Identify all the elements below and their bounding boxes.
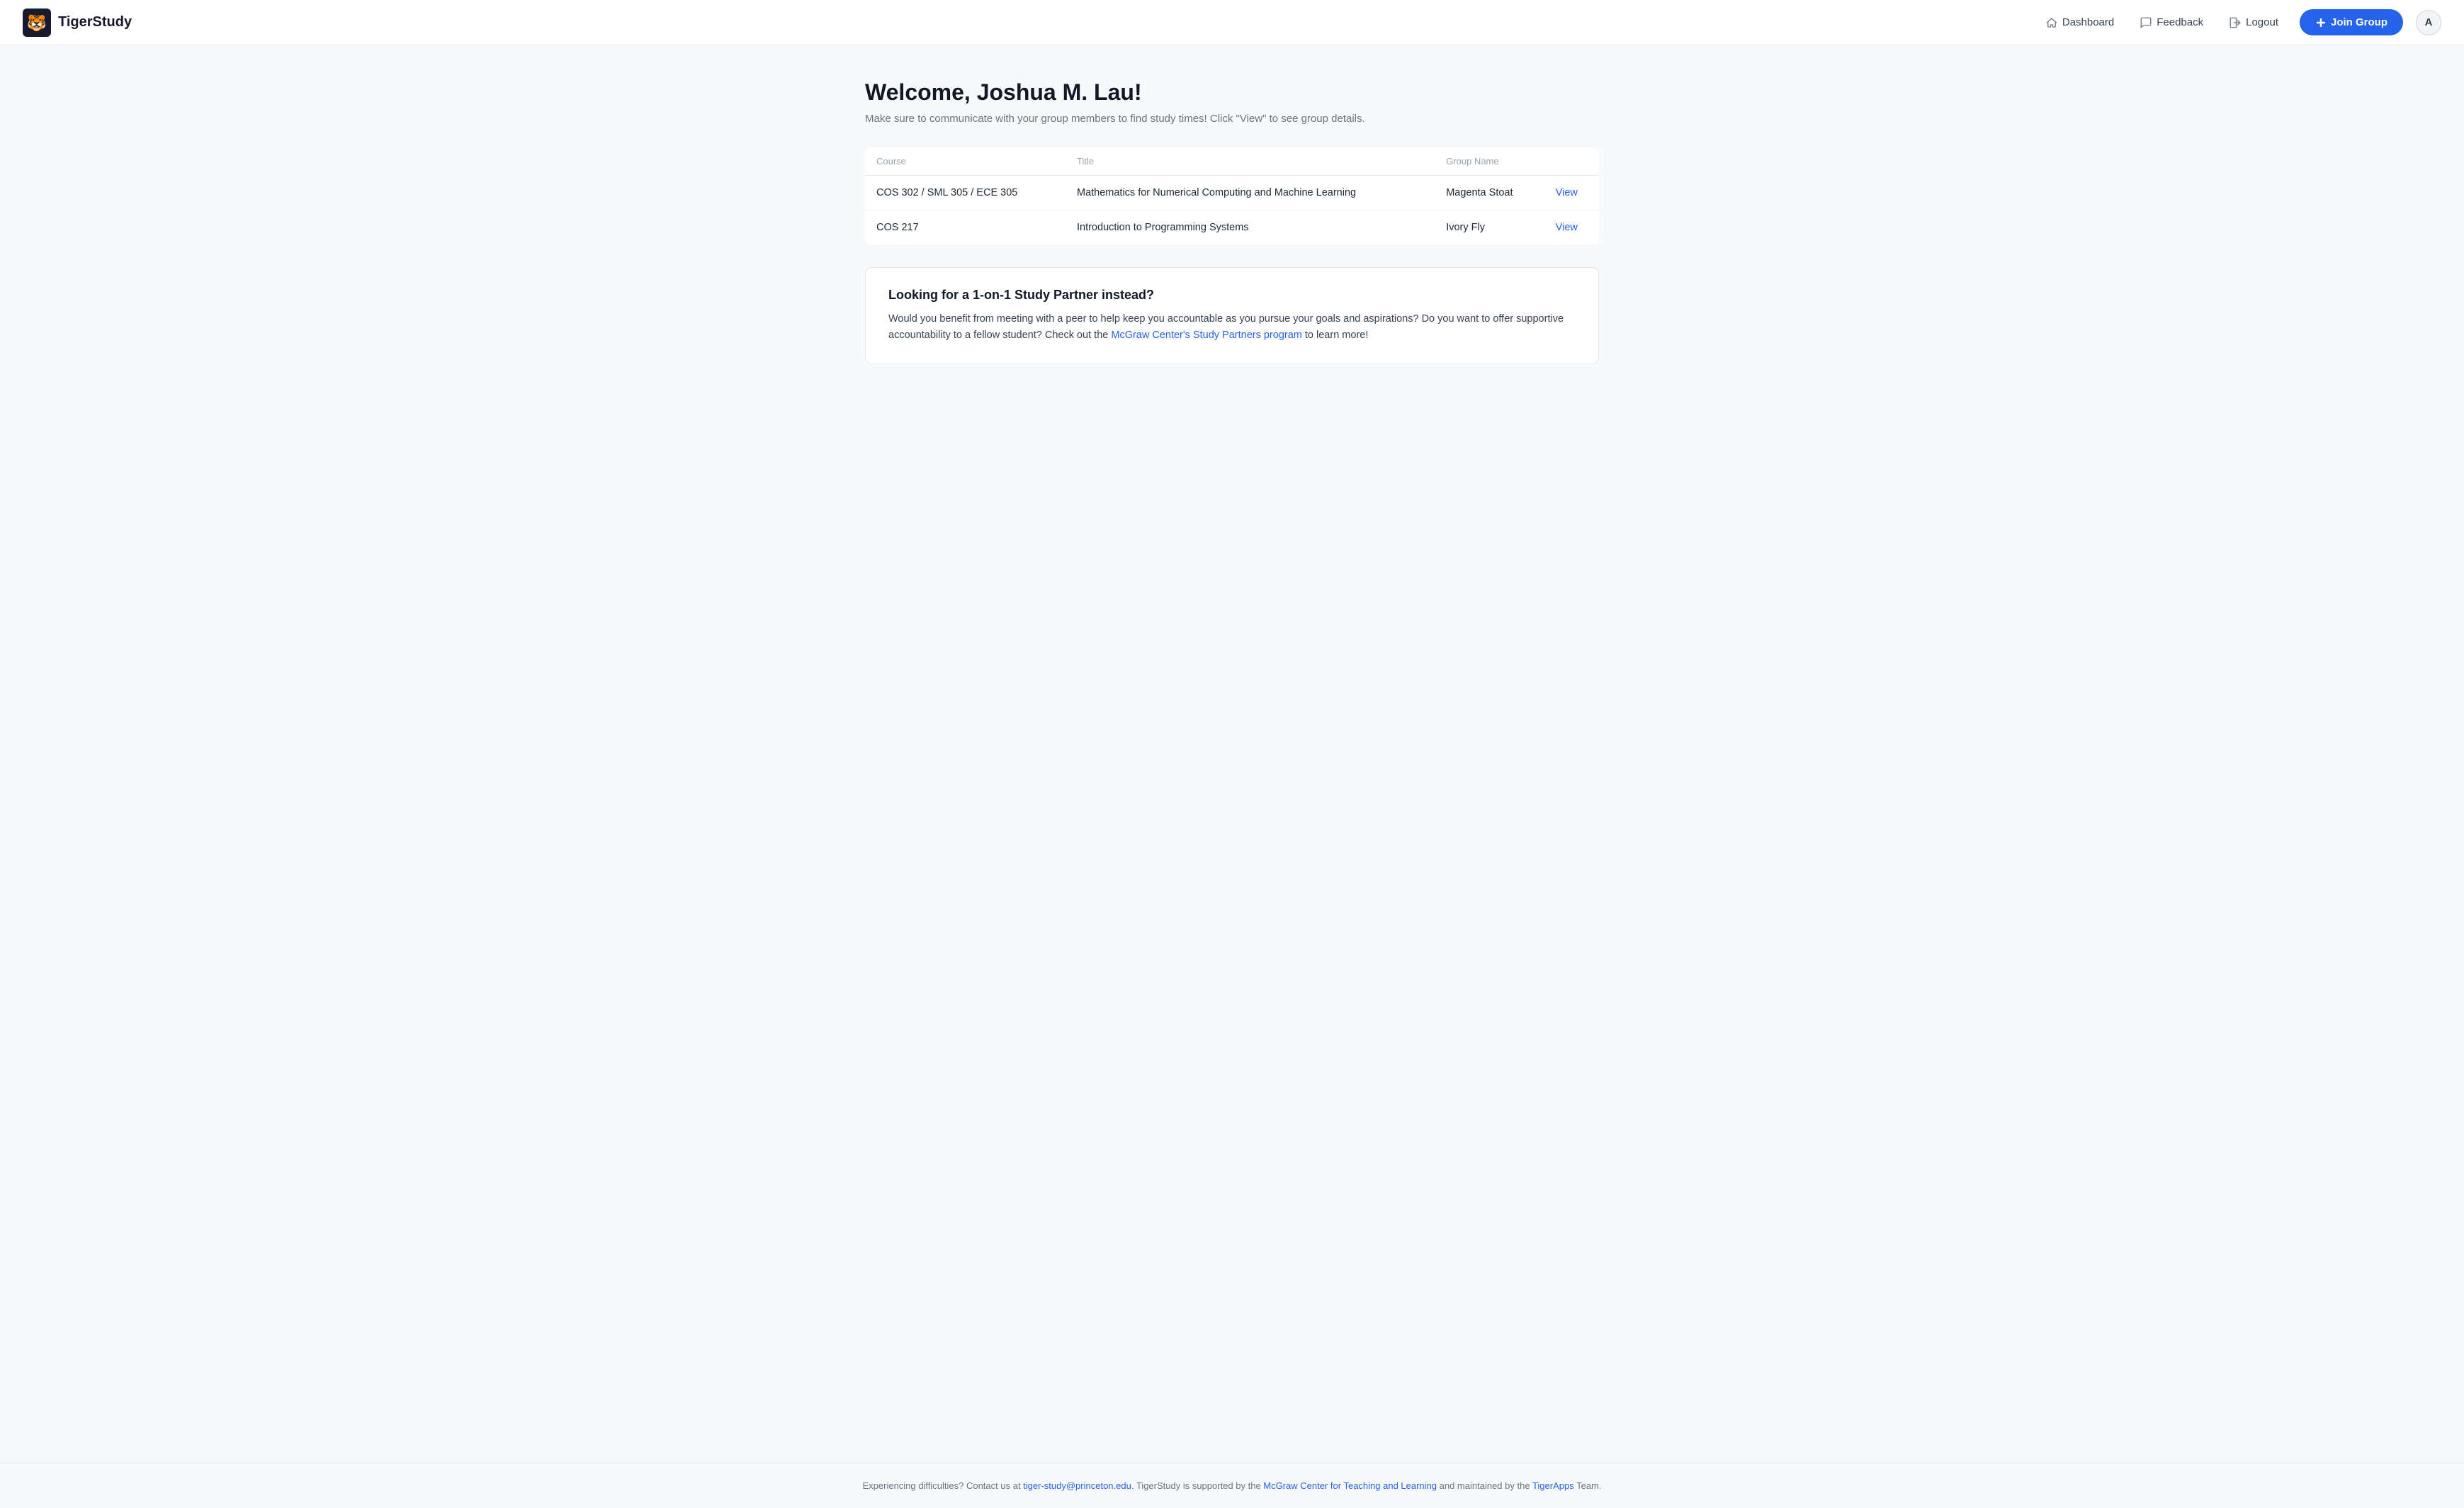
footer-text-end: and maintained by the [1437,1480,1532,1491]
table-row: COS 217 Introduction to Programming Syst… [865,210,1599,245]
feedback-label: Feedback [2157,16,2203,28]
main-content: Welcome, Joshua M. Lau! Make sure to com… [842,45,1622,1463]
study-partner-title: Looking for a 1-on-1 Study Partner inste… [888,288,1576,303]
footer-text-middle: . TigerStudy is supported by the [1131,1480,1263,1491]
avatar-initial: A [2425,16,2433,28]
welcome-title: Welcome, Joshua M. Lau! [865,79,1599,106]
groups-table: Course Title Group Name COS 302 / SML 30… [865,147,1599,244]
nav-links: Dashboard Feedback Logout Join Group [2035,9,2441,35]
view-link[interactable]: View [1556,187,1578,198]
join-group-button[interactable]: Join Group [2300,9,2403,35]
home-icon [2045,16,2058,29]
tigerapps-link[interactable]: TigerApps [1532,1480,1574,1491]
study-partner-card: Looking for a 1-on-1 Study Partner inste… [865,267,1599,364]
footer-text-final: Team. [1574,1480,1602,1491]
table-body: COS 302 / SML 305 / ECE 305 Mathematics … [865,176,1599,245]
view-link[interactable]: View [1556,222,1578,233]
mcgraw-center-link[interactable]: McGraw Center for Teaching and Learning [1263,1480,1437,1491]
dashboard-nav-link[interactable]: Dashboard [2035,11,2124,35]
footer: Experiencing difficulties? Contact us at… [0,1463,2464,1508]
col-group-name: Group Name [1435,147,1544,176]
brand-name: TigerStudy [58,14,132,30]
cell-title: Mathematics for Numerical Computing and … [1066,176,1435,210]
plus-icon [2315,17,2327,28]
cell-title: Introduction to Programming Systems [1066,210,1435,245]
feedback-nav-link[interactable]: Feedback [2130,11,2213,35]
mcgraw-study-partners-link[interactable]: McGraw Center's Study Partners program [1111,330,1302,341]
cell-group-name: Magenta Stoat [1435,176,1544,210]
footer-email-link[interactable]: tiger-study@princeton.edu [1023,1480,1131,1491]
navbar: 🐯 TigerStudy Dashboard Feedback [0,0,2464,45]
brand-logo[interactable]: 🐯 TigerStudy [23,9,132,37]
cell-view: View [1544,176,1599,210]
table-row: COS 302 / SML 305 / ECE 305 Mathematics … [865,176,1599,210]
svg-text:🐯: 🐯 [27,13,46,31]
cell-course: COS 217 [865,210,1066,245]
cell-group-name: Ivory Fly [1435,210,1544,245]
cell-course: COS 302 / SML 305 / ECE 305 [865,176,1066,210]
study-partner-text: Would you benefit from meeting with a pe… [888,311,1576,344]
table-header: Course Title Group Name [865,147,1599,176]
col-course: Course [865,147,1066,176]
logout-icon [2229,16,2242,29]
cell-view: View [1544,210,1599,245]
logout-nav-link[interactable]: Logout [2219,11,2288,35]
col-title: Title [1066,147,1435,176]
footer-text-before: Experiencing difficulties? Contact us at [863,1480,1024,1491]
tiger-logo-icon: 🐯 [23,9,51,37]
study-partner-text-after: to learn more! [1302,330,1369,341]
welcome-subtitle: Make sure to communicate with your group… [865,113,1599,125]
feedback-icon [2140,16,2152,29]
footer-text: Experiencing difficulties? Contact us at… [23,1480,2441,1491]
logout-label: Logout [2246,16,2278,28]
col-action [1544,147,1599,176]
avatar-button[interactable]: A [2416,10,2441,35]
dashboard-label: Dashboard [2062,16,2114,28]
join-group-label: Join Group [2331,16,2387,28]
